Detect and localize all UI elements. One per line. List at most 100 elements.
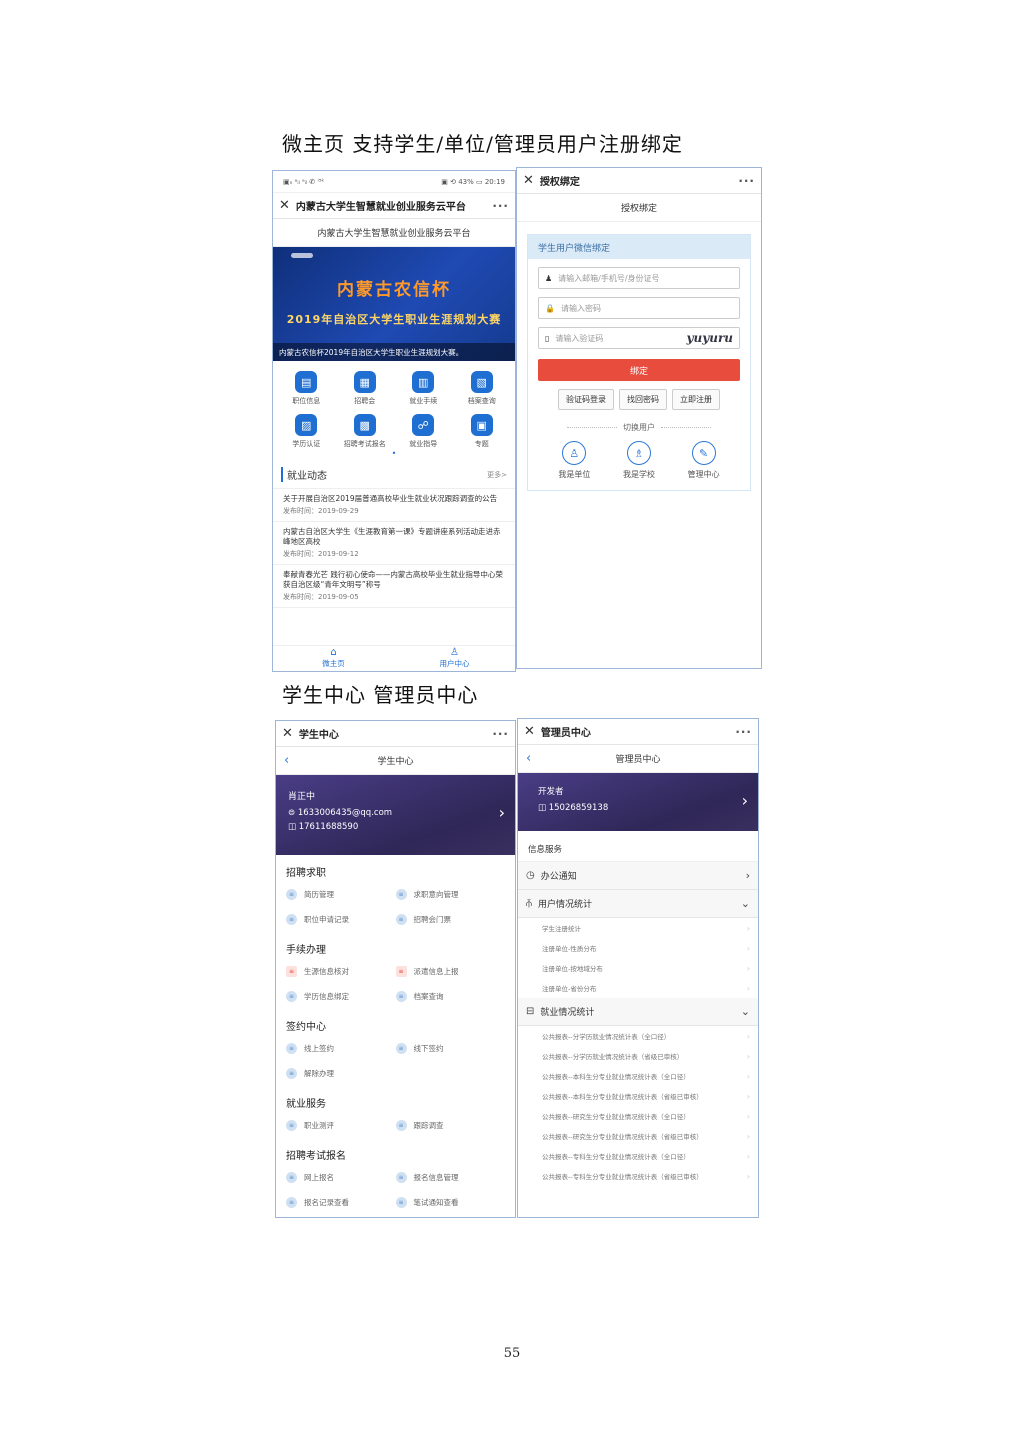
close-icon[interactable]: ✕ xyxy=(523,173,534,188)
tab-home[interactable]: ⌂ 微主页 xyxy=(273,646,394,671)
news-item[interactable]: 内蒙古自治区大学生《生涯教育第一课》专题讲座系列活动走进赤峰地区高校 发布时间：2… xyxy=(273,522,515,565)
group-header[interactable]: ⫚ 用户情况统计 ⌄ xyxy=(518,890,758,918)
chevron-right-icon: › xyxy=(746,1111,750,1121)
switch-user-label: 切换用户 xyxy=(623,423,655,432)
admin-phone: ◫ 15026859138 xyxy=(538,803,609,813)
menu-item-label: 线上签约 xyxy=(304,1044,334,1053)
group-subitem[interactable]: 公共报表--分学历就业情况统计表（省级已审核） › xyxy=(518,1046,758,1066)
captcha-image[interactable]: yuyuru xyxy=(687,331,733,345)
menu-item[interactable]: ≡ 派遣信息上报 xyxy=(395,959,506,984)
news-title: 就业动态 xyxy=(281,467,327,482)
sms-login-button[interactable]: 验证码登录 xyxy=(558,389,614,410)
password-field[interactable]: 🔒 请输入密码 xyxy=(538,297,740,319)
menu-item[interactable]: ≡ 报名信息管理 xyxy=(395,1165,506,1190)
menu-item[interactable]: ≡ 职位申请记录 xyxy=(286,907,396,932)
group-subitem[interactable]: 公共报表--研究生分专业就业情况统计表（省级已审核） › xyxy=(518,1126,758,1146)
close-icon[interactable]: ✕ xyxy=(524,724,535,739)
tab-user-center[interactable]: ♙ 用户中心 xyxy=(394,646,515,671)
menu-item[interactable]: ≡ 职业测评 xyxy=(286,1113,396,1138)
news-more-link[interactable]: 更多> xyxy=(487,470,507,480)
menu-item[interactable]: ≡ 线下签约 xyxy=(395,1036,506,1061)
captcha-field[interactable]: ▯ 请输入验证码 yuyuru xyxy=(538,327,740,349)
banner[interactable]: 内蒙古农信杯 2019年自治区大学生职业生涯规划大赛 内蒙古农信杯2019年自治… xyxy=(273,247,515,361)
group-subitem[interactable]: 公共报表--本科生分专业就业情况统计表（全口径） › xyxy=(518,1066,758,1086)
item-icon: ≡ xyxy=(395,991,407,1002)
banner-subtitle: 2019年自治区大学生职业生涯规划大赛 xyxy=(286,313,502,326)
recover-password-button[interactable]: 找回密码 xyxy=(619,389,667,410)
grid-label: 职位信息 xyxy=(292,397,321,405)
back-icon[interactable]: ‹ xyxy=(284,753,289,768)
role-admin[interactable]: ✎ 管理中心 xyxy=(688,441,720,480)
role-school[interactable]: ♗ 我是学校 xyxy=(623,441,655,480)
back-icon[interactable]: ‹ xyxy=(526,751,531,766)
close-icon[interactable]: ✕ xyxy=(282,726,293,741)
group-header[interactable]: ⊟ 就业情况统计 ⌄ xyxy=(518,998,758,1026)
menu-item-label: 派遣信息上报 xyxy=(413,967,459,976)
group-icon: ◷ xyxy=(526,870,535,881)
more-icon[interactable]: ··· xyxy=(492,199,509,213)
close-icon[interactable]: ✕ xyxy=(279,198,290,213)
register-button[interactable]: 立即注册 xyxy=(672,389,720,410)
grid-item-procedures[interactable]: ▥ 就业手续 xyxy=(394,371,453,406)
group-subitem[interactable]: 注册单位-省份分布 › xyxy=(518,978,758,998)
grid-item-archive[interactable]: ▧ 档案查询 xyxy=(453,371,512,406)
more-icon[interactable]: ··· xyxy=(492,727,509,741)
account-field[interactable]: ♟ 请输入邮箱/手机号/身份证号 xyxy=(538,267,740,289)
profile-card[interactable]: 肖正中 ⊜ 1633006435@qq.com ◫ 17611688590 › xyxy=(276,775,515,855)
grid-item-exam[interactable]: ▩ 招聘考试报名 xyxy=(336,414,395,449)
menu-item[interactable]: ≡ 跟踪调查 xyxy=(395,1113,506,1138)
menu-item[interactable]: ≡ 报名记录查看 xyxy=(286,1190,396,1215)
admin-profile-card[interactable]: 开发者 ◫ 15026859138 › xyxy=(518,773,758,831)
menu-item[interactable]: ≡ 生源信息核对 xyxy=(286,959,396,984)
menu-item[interactable]: ≡ 求职意向管理 xyxy=(395,882,506,907)
news-item[interactable]: 关于开展自治区2019届普通高校毕业生就业状况跟踪调查的公告 发布时间：2019-… xyxy=(273,489,515,522)
grid-item-topic[interactable]: ▣ 专题 xyxy=(453,414,512,449)
menu-item[interactable]: ≡ 档案查询 xyxy=(395,984,506,1009)
page-title: 内蒙古大学生智慧就业创业服务云平台 xyxy=(273,219,515,247)
group-title: 就业情况统计 xyxy=(540,1008,595,1018)
menu-item[interactable]: ≡ 招聘会门票 xyxy=(395,907,506,932)
group-subitem[interactable]: 学生注册统计 › xyxy=(518,918,758,938)
group-subitem[interactable]: 公共报表--本科生分专业就业情况统计表（省级已审核） › xyxy=(518,1086,758,1106)
group-header[interactable]: ◷ 办公通知 › xyxy=(518,862,758,890)
grid-item-job-fair[interactable]: ▦ 招聘会 xyxy=(336,371,395,406)
student-topbar: ✕ 学生中心 ··· xyxy=(276,721,515,747)
chevron-right-icon: › xyxy=(746,1151,750,1161)
menu-item[interactable]: ≡ 线上签约 xyxy=(286,1036,396,1061)
grid-item-degree[interactable]: ▨ 学历认证 xyxy=(277,414,336,449)
grid-item-guidance[interactable]: ☍ 就业指导 xyxy=(394,414,453,449)
group-subitem[interactable]: 注册单位-性质分布 › xyxy=(518,938,758,958)
bind-button[interactable]: 绑定 xyxy=(538,359,740,381)
grid-label: 就业手续 xyxy=(409,397,438,405)
section-title: 招聘考试报名 xyxy=(286,1151,346,1162)
group-subitem[interactable]: 注册单位-按地域分布 › xyxy=(518,958,758,978)
menu-item-label: 报名记录查看 xyxy=(304,1198,349,1207)
service-label: 信息服务 xyxy=(518,831,758,862)
menu-item[interactable]: ≡ 学历信息绑定 xyxy=(286,984,396,1009)
group-subitem[interactable]: 公共报表--研究生分专业就业情况统计表（全口径） › xyxy=(518,1106,758,1126)
window-title: 内蒙古大学生智慧就业创业服务云平台 xyxy=(295,202,466,213)
group-subitem[interactable]: 公共报表--分学历就业情况统计表（全口径） › xyxy=(518,1026,758,1046)
student-center-screenshot: ✕ 学生中心 ··· ‹ 学生中心 肖正中 ⊜ 1633006435@qq.com… xyxy=(275,720,516,1218)
menu-item-label: 招聘会门票 xyxy=(413,915,452,924)
grid-item-job-info[interactable]: ▤ 职位信息 xyxy=(277,371,336,406)
item-icon: ≡ xyxy=(286,1068,297,1079)
grid-label: 学历认证 xyxy=(292,440,321,448)
group-subitem[interactable]: 公共报表--专科生分专业就业情况统计表（全口径） › xyxy=(518,1146,758,1166)
item-icon: ≡ xyxy=(286,889,297,900)
news-item[interactable]: 奉献青春光芒 践行初心使命——内蒙古高校毕业生就业指导中心荣获自治区级“青年文明… xyxy=(273,565,515,608)
menu-item[interactable]: ≡ 解除办理 xyxy=(286,1061,396,1086)
role-company[interactable]: ♙ 我是单位 xyxy=(558,441,590,480)
more-icon[interactable]: ··· xyxy=(738,174,755,188)
group-subitem[interactable]: 公共报表--专科生分专业就业情况统计表（省级已审核） › xyxy=(518,1166,758,1186)
subitem-label: 学生注册统计 xyxy=(542,925,581,933)
menu-item[interactable]: ≡ 网上报名 xyxy=(286,1165,396,1190)
group-icon: ⊟ xyxy=(526,1006,535,1017)
menu-item-label: 简历管理 xyxy=(304,890,334,899)
group-arrow-icon: › xyxy=(745,869,750,882)
more-icon[interactable]: ··· xyxy=(735,725,752,739)
menu-item[interactable]: ≡ 笔试通知查看 xyxy=(395,1190,506,1215)
banner-title: 内蒙古农信杯 xyxy=(337,280,451,300)
menu-item[interactable]: ≡ 简历管理 xyxy=(286,882,396,907)
home-icon: ⌂ xyxy=(330,647,337,658)
